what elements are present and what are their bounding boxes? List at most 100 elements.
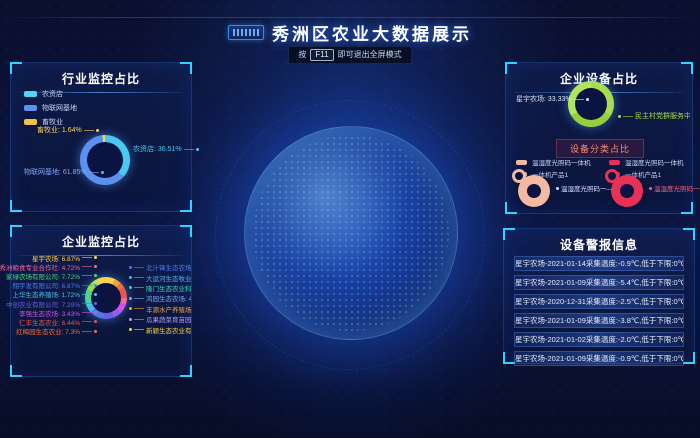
leader-dot	[94, 284, 97, 287]
leader-dot	[94, 330, 97, 333]
device-callout-right: 民主村党群服务中心	[618, 111, 690, 121]
callout-text: 红梅园生态农业: 7.3%	[16, 326, 80, 336]
leader-dot	[129, 286, 132, 289]
leader-line	[134, 287, 144, 288]
device-donut-chart[interactable]	[568, 81, 614, 127]
leader-line	[82, 303, 92, 304]
legend-item[interactable]: 物联网基地	[24, 103, 77, 113]
callout-text: 鸿园生态农场: 4.29	[146, 293, 191, 303]
alarm-row: 星宇农场-2021-01-14采集温度:-0.9℃,低于下限:0℃	[514, 256, 684, 271]
legend-label: 物联网基地	[42, 103, 77, 113]
leader-line	[134, 298, 144, 299]
chart-callout-label: 新颖生态农业有限公司: 6.87	[129, 324, 191, 334]
legend-item[interactable]: 温湿度光照码一体机	[516, 157, 599, 167]
callout-text: 物联网基地: 61.85%	[24, 167, 87, 177]
legend-swatch	[24, 119, 37, 125]
callout-text: 新颖生态农业有限公司: 6.87	[146, 325, 191, 335]
leader-dot	[94, 256, 97, 259]
hint-suffix: 即可退出全屏模式	[338, 49, 402, 60]
leader-dot	[556, 187, 559, 190]
legend-swatch	[24, 105, 37, 111]
leader-dot	[618, 115, 621, 118]
legend-label: 温湿度光照码一体机	[625, 157, 684, 167]
leader-line	[134, 329, 144, 330]
alarm-row: 星宇农场-2021-01-09采集温度:-0.9℃,低于下限:0℃	[514, 351, 684, 366]
callout-text: 温湿度光照码一—	[654, 183, 700, 193]
legend-swatch	[24, 91, 37, 97]
leader-dot	[94, 274, 97, 277]
leader-line	[623, 116, 633, 117]
alarm-panel-title: 设备警报信息	[504, 236, 694, 253]
chart-callout-label: 大运河生态牧业有限责任公	[129, 272, 191, 282]
leader-line	[574, 99, 584, 100]
leader-dot	[586, 98, 589, 101]
chart-callout-label: 温湿度光照码一—	[649, 183, 700, 193]
callout-text: 民主村党群服务中心	[635, 111, 690, 121]
category-mini-ring	[512, 169, 526, 183]
device-category-group: 温湿度光照码一体机 一体机产品1 温湿度光照码一—	[506, 157, 599, 209]
leader-line	[134, 308, 144, 309]
chart-callout-label: 畜牧业: 1.64%	[37, 125, 99, 135]
leader-line	[134, 277, 144, 278]
leader-line	[82, 331, 92, 332]
chart-callout-label: 鸿园生态农场: 4.29	[129, 293, 191, 303]
leader-dot	[129, 328, 132, 331]
panel-device-ratio: 企业设备占比 星宇农场: 33.33% 民主村党群服务中心 设备分类占比 温湿度…	[505, 62, 693, 214]
chart-callout-label: 隆门生态农业科技有限公	[129, 283, 191, 293]
leader-dot	[129, 276, 132, 279]
enterprise-labels-left: 星宇农场: 6.87% 秀洲粮食专业合作社: 4.72% 家绿农场有限公司: 7…	[13, 253, 97, 336]
panel-device-alarms: 设备警报信息 星宇农场-2021-01-14采集温度:-0.9℃,低于下限:0℃…	[503, 228, 695, 364]
panel-industry-monitor: 行业监控占比 农资店 物联网基地 畜牧业 畜牧业: 1.64%	[10, 62, 192, 212]
page-title: 秀洲区农业大数据展示	[272, 20, 472, 45]
panel-enterprise-monitor: 企业监控占比 星宇农场: 6.87% 秀洲粮食专业合作社: 4.72% 家绿农场…	[10, 225, 192, 377]
leader-dot	[196, 148, 199, 151]
device-category-subtitle: 设备分类占比	[556, 139, 644, 158]
industry-donut-chart[interactable]	[80, 135, 130, 185]
leader-dot	[649, 187, 652, 190]
legend-label: 温湿度光照码一体机	[532, 157, 591, 167]
alarm-list: 星宇农场-2021-01-14采集温度:-0.9℃,低于下限:0℃ 星宇农场-2…	[514, 256, 684, 366]
f11-keycap: F11	[310, 49, 333, 61]
callout-text: 农资店: 36.51%	[133, 144, 182, 154]
chart-callout-label: 丰源水产养殖场: 1.	[129, 304, 191, 314]
callout-text: 隆门生态农业科技有限公	[146, 283, 191, 293]
leader-line	[82, 321, 92, 322]
enterprise-labels-right: 北汁锋生态农场: 11.16% 大运河生态牧业有限责任公 隆门生态农业科技有限公…	[129, 262, 191, 335]
legend-swatch	[609, 160, 620, 165]
leader-line	[82, 275, 92, 276]
leader-dot	[129, 318, 132, 321]
hint-prefix: 按	[298, 49, 306, 60]
globe-visual	[244, 126, 458, 340]
callout-text: 丰源水产养殖场: 1.	[146, 304, 191, 314]
header-divider	[0, 17, 700, 18]
leader-line	[134, 319, 144, 320]
legend-item[interactable]: 农资店	[24, 89, 77, 99]
chart-callout-label: 农资店: 36.51%	[133, 144, 199, 154]
leader-dot	[94, 311, 97, 314]
callout-text: 大运河生态牧业有限责任公	[146, 273, 191, 283]
leader-dot	[96, 129, 99, 132]
chart-callout-label: 红梅园生态农业: 7.3%	[13, 327, 97, 336]
fullscreen-hint: 按 F11 即可退出全屏模式	[0, 44, 700, 64]
leader-line	[84, 130, 94, 131]
chart-callout-label: 物联网基地: 61.85%	[24, 167, 104, 177]
leader-dot	[94, 302, 97, 305]
alarm-row: 星宇农场-2021-01-09采集温度:-5.4℃,低于下限:0℃	[514, 275, 684, 290]
legend-item[interactable]: 温湿度光照码一体机	[609, 157, 692, 167]
legend-label: 农资店	[42, 89, 63, 99]
leader-line	[89, 172, 99, 173]
callout-text: 星宇农场: 33.33%	[516, 94, 572, 104]
leader-line	[82, 266, 92, 267]
device-category-groups: 温湿度光照码一体机 一体机产品1 温湿度光照码一—	[506, 157, 692, 209]
callout-text: 瓜果蔬菜育苗园: 15.02%	[146, 314, 191, 324]
leader-line	[134, 267, 144, 268]
leader-line	[82, 285, 92, 286]
device-callout-left: 星宇农场: 33.33%	[516, 94, 589, 104]
industry-legend: 农资店 物联网基地 畜牧业	[24, 89, 77, 127]
leader-line	[184, 149, 194, 150]
chart-callout-label: 瓜果蔬菜育苗园: 15.02%	[129, 314, 191, 324]
leader-dot	[94, 320, 97, 323]
leader-dot	[101, 171, 104, 174]
leader-dot	[129, 297, 132, 300]
chart-callout-label: 北汁锋生态农场: 11.16%	[129, 262, 191, 272]
